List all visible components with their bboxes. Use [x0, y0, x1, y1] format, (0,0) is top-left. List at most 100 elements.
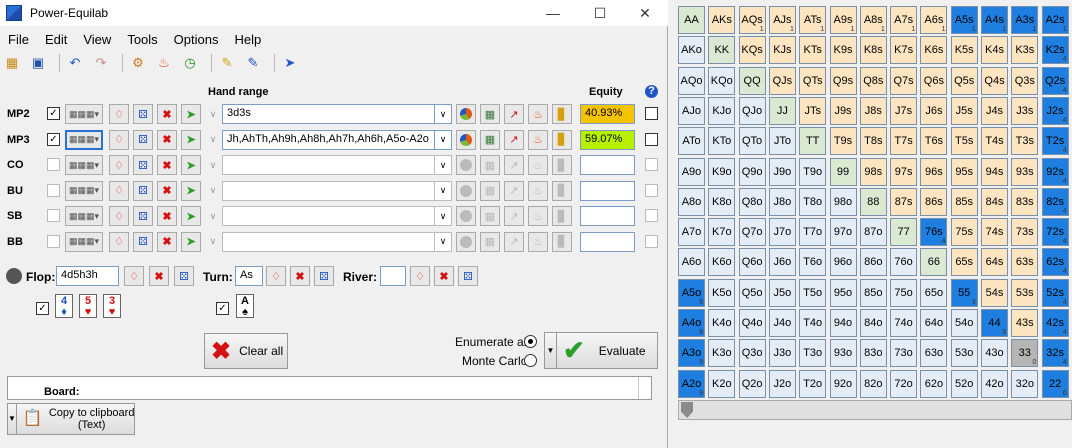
hand-cell-a2o[interactable]: A2o 9 — [678, 369, 705, 398]
flop-random-dice-icon[interactable]: ⚄ — [174, 266, 194, 286]
clear-range-icon[interactable]: ✖ — [157, 180, 177, 201]
hand-cell-a8s[interactable]: A8s 1 — [859, 6, 887, 34]
hand-cell-a5s[interactable]: A5s 1 — [950, 6, 978, 34]
line-graph-icon[interactable]: ↗ — [504, 206, 524, 226]
random-dice-icon[interactable]: ⚄ — [133, 231, 153, 252]
arrow-right-icon[interactable]: ➤ — [181, 206, 201, 226]
hand-cell-ato[interactable]: ATo — [678, 127, 705, 156]
turn-card-picker-icon[interactable]: ♢ — [266, 266, 286, 286]
card-picker-icon[interactable]: ♢ — [109, 206, 129, 226]
hand-range-dropdown-icon[interactable]: ∨ — [435, 231, 452, 252]
hand-cell-72o[interactable]: 72o — [890, 369, 918, 398]
clear-range-icon[interactable]: ✖ — [157, 104, 177, 124]
hand-cell-94o[interactable]: 94o — [829, 309, 857, 337]
hand-cell-76s[interactable]: 76s 4 — [920, 218, 948, 247]
hand-cell-82s[interactable]: 82s 4 — [1041, 187, 1069, 216]
hand-range-dropdown-icon[interactable]: ∨ — [435, 180, 452, 201]
hand-cell-a3s[interactable]: A3s 1 — [1011, 6, 1039, 34]
player-active-checkbox[interactable]: ✓ — [47, 132, 60, 146]
hand-cell-97o[interactable]: 97o — [829, 218, 857, 247]
hand-cell-74s[interactable]: 74s — [981, 218, 1008, 247]
menu-tools[interactable]: Tools — [119, 30, 165, 50]
hand-cell-k9s[interactable]: K9s — [829, 36, 857, 65]
hand-cell-aqo[interactable]: AQo — [678, 66, 705, 95]
card-picker-icon[interactable]: ♢ — [109, 155, 129, 175]
river-card-picker-icon[interactable]: ♢ — [410, 266, 430, 286]
hand-cell-t4o[interactable]: T4o — [799, 309, 827, 337]
redo-icon[interactable]: ↷ — [91, 53, 111, 73]
hand-cell-a2s[interactable]: A2s 1 — [1041, 6, 1069, 34]
menu-file[interactable]: File — [0, 30, 37, 50]
hand-cell-a6s[interactable]: A6s 1 — [920, 6, 948, 34]
hand-cell-k6s[interactable]: K6s — [920, 36, 948, 65]
pencil-blue-icon[interactable]: ✎ — [243, 53, 263, 73]
hand-cell-q2o[interactable]: Q2o — [738, 369, 766, 398]
hand-cell-63s[interactable]: 63s — [1011, 248, 1039, 277]
player-lock-checkbox[interactable] — [645, 107, 658, 120]
open-folder-icon[interactable]: ▦ — [2, 53, 22, 73]
hand-cell-32o[interactable]: 32o — [1011, 369, 1039, 398]
hand-cell-t7o[interactable]: T7o — [799, 218, 827, 247]
evaluate-dropdown-icon[interactable]: ▼ — [545, 333, 557, 368]
arrow-right-icon[interactable]: ➤ — [181, 155, 201, 175]
hand-cell-85s[interactable]: 85s — [950, 187, 978, 216]
hand-cell-kjs[interactable]: KJs — [768, 36, 796, 65]
card-picker-icon[interactable]: ♢ — [109, 129, 129, 150]
hand-cell-qjo[interactable]: QJo — [738, 96, 766, 125]
hand-cell-jj[interactable]: JJ — [768, 96, 796, 125]
hand-cell-87s[interactable]: 87s — [890, 187, 918, 216]
fire-icon[interactable]: ♨ — [528, 231, 548, 252]
hand-cell-kto[interactable]: KTo — [708, 127, 736, 156]
hand-cell-q5s[interactable]: Q5s — [950, 66, 978, 95]
hand-cell-92o[interactable]: 92o — [829, 369, 857, 398]
player-active-checkbox[interactable] — [47, 209, 60, 222]
random-dice-icon[interactable]: ⚄ — [133, 155, 153, 175]
stats-table-icon[interactable]: ▦ — [480, 206, 500, 226]
hand-cell-75s[interactable]: 75s — [950, 218, 978, 247]
turn-suit-checkbox[interactable]: ✓ — [216, 302, 229, 315]
hand-cell-42o[interactable]: 42o — [981, 369, 1008, 398]
hand-cell-kts[interactable]: KTs — [799, 36, 827, 65]
player-active-checkbox[interactable]: ✓ — [47, 107, 60, 120]
hand-cell-93o[interactable]: 93o — [829, 339, 857, 368]
line-graph-icon[interactable]: ↗ — [504, 129, 524, 150]
hand-cell-42s[interactable]: 42s 4 — [1041, 309, 1069, 337]
hand-cell-43s[interactable]: 43s — [1011, 309, 1039, 337]
line-graph-icon[interactable]: ↗ — [504, 180, 524, 201]
player-lock-checkbox[interactable] — [645, 158, 658, 171]
range-matrix-button[interactable]: ▦▦▦▾ — [65, 104, 103, 124]
range-slider[interactable] — [678, 400, 1072, 420]
hand-cell-j2s[interactable]: J2s 4 — [1041, 96, 1069, 125]
hand-cell-j4o[interactable]: J4o — [768, 309, 796, 337]
hand-cell-66[interactable]: 66 — [920, 248, 948, 277]
hand-cell-q2s[interactable]: Q2s 4 — [1041, 66, 1069, 95]
hand-cell-k6o[interactable]: K6o — [708, 248, 736, 277]
hand-range-input[interactable] — [222, 155, 435, 175]
player-active-checkbox[interactable] — [47, 158, 60, 171]
hand-range-input[interactable] — [222, 206, 435, 226]
hand-cell-62s[interactable]: 62s 4 — [1041, 248, 1069, 277]
hand-cell-44[interactable]: 44 3 — [981, 309, 1008, 337]
turn-input[interactable]: As — [235, 266, 263, 286]
stats-table-icon[interactable]: ▦ — [480, 129, 500, 150]
river-random-dice-icon[interactable]: ⚄ — [458, 266, 478, 286]
hand-cell-95s[interactable]: 95s — [950, 157, 978, 186]
hand-cell-88[interactable]: 88 — [859, 187, 887, 216]
hand-cell-j9s[interactable]: J9s — [829, 96, 857, 125]
hand-cell-j3o[interactable]: J3o — [768, 339, 796, 368]
turn-random-dice-icon[interactable]: ⚄ — [314, 266, 334, 286]
hand-cell-a4s[interactable]: A4s 1 — [981, 6, 1008, 34]
arrow-right-icon[interactable]: ➤ — [181, 231, 201, 252]
hand-cell-74o[interactable]: 74o — [890, 309, 918, 337]
copy-dropdown-icon[interactable]: ▼ — [8, 404, 17, 434]
hand-cell-j4s[interactable]: J4s — [981, 96, 1008, 125]
stats-table-icon[interactable]: ▦ — [480, 104, 500, 124]
hand-cell-64o[interactable]: 64o — [920, 309, 948, 337]
hand-cell-ajs[interactable]: AJs 1 — [768, 6, 796, 34]
hand-cell-53o[interactable]: 53o — [950, 339, 978, 368]
hand-cell-j8s[interactable]: J8s — [859, 96, 887, 125]
hand-cell-94s[interactable]: 94s — [981, 157, 1008, 186]
flop-clear-icon[interactable]: ✖ — [149, 266, 169, 286]
hand-cell-62o[interactable]: 62o — [920, 369, 948, 398]
bar-chart-icon[interactable]: ▊ — [552, 206, 572, 226]
